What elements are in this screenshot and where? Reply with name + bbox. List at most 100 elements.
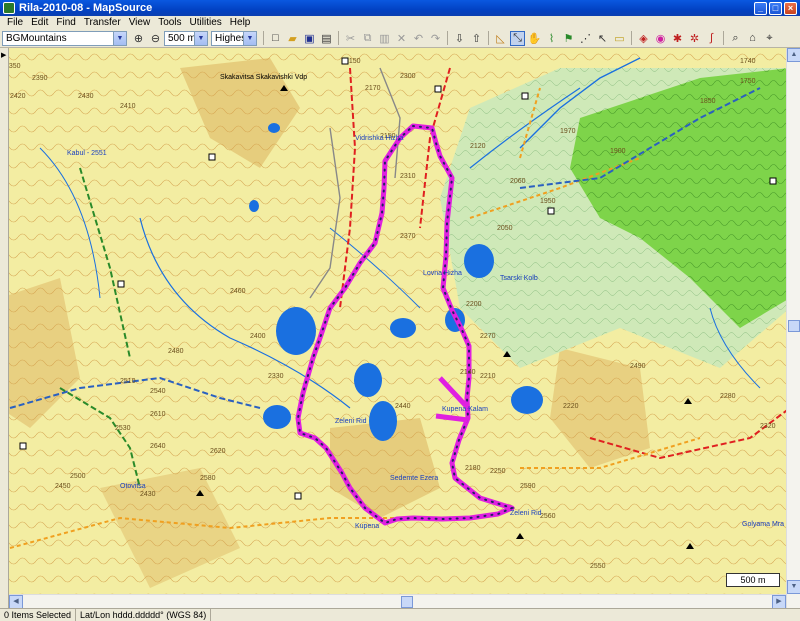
map-scale: 500 m (726, 573, 780, 587)
expand-arrow-icon[interactable]: ▶ (1, 51, 8, 59)
distance-tool-icon[interactable]: ↖ (595, 31, 610, 46)
elevation-label: 2530 (115, 425, 131, 432)
menu-tools[interactable]: Tools (154, 17, 185, 28)
elevation-label: 2440 (395, 403, 411, 410)
hut-icon (19, 442, 27, 450)
menu-file[interactable]: File (3, 17, 27, 28)
track-tool-icon[interactable]: ⋰ (578, 31, 593, 46)
elevation-label: 2320 (760, 423, 776, 430)
app-icon (3, 2, 15, 14)
place-label: Zeleni Rid (335, 418, 367, 425)
zoom-scale-value: 500 m (168, 32, 194, 44)
menu-help[interactable]: Help (226, 17, 255, 28)
menu-transfer[interactable]: Transfer (80, 17, 125, 28)
save-icon[interactable]: ▣ (302, 31, 317, 46)
hut-label: Zeleni Rid (510, 510, 542, 517)
selection-status: 0 Items Selected (0, 609, 77, 621)
find-nearest-icon[interactable]: ⌖ (762, 31, 777, 46)
show-tracks-icon[interactable]: ✱ (670, 31, 685, 46)
maximize-button[interactable]: □ (769, 1, 782, 15)
toolbar-separator (447, 31, 448, 45)
zoom-in-icon[interactable]: ⊕ (131, 31, 146, 46)
menu-find[interactable]: Find (52, 17, 79, 28)
map-product-value: BGMountains (6, 32, 67, 44)
paste-icon[interactable]: ▥ (377, 31, 392, 46)
mapsource-window: Rila-2010-08 - MapSource _ □ × File Edit… (0, 0, 800, 621)
redo-icon[interactable]: ↷ (428, 31, 443, 46)
show-tracks-icon[interactable]: ✲ (687, 31, 702, 46)
menu-edit[interactable]: Edit (27, 17, 52, 28)
hut-label: Tsarski Kolb (500, 275, 538, 282)
elevation-label: 2430 (140, 491, 156, 498)
elevation-label: 2480 (168, 348, 184, 355)
show-routes-icon[interactable]: ◉ (653, 31, 668, 46)
toolbar-separator (338, 31, 339, 45)
vertical-scrollbar[interactable]: ▲ ▼ (786, 48, 800, 608)
map-tool-icon[interactable]: ◺ (493, 31, 508, 46)
elevation-label: 2580 (200, 475, 216, 482)
chevron-down-icon[interactable]: ▼ (113, 31, 126, 45)
new-icon[interactable]: □ (268, 31, 283, 46)
chevron-down-icon[interactable]: ▼ (243, 31, 256, 45)
close-button[interactable]: × (784, 1, 797, 15)
show-tracks-icon[interactable]: ∫ (704, 31, 719, 46)
cut-icon[interactable]: ✂ (343, 31, 358, 46)
horizontal-scroll-thumb[interactable] (401, 596, 413, 608)
elevation-label: 1850 (700, 98, 716, 105)
scroll-down-icon[interactable]: ▼ (787, 580, 800, 594)
detail-level-select[interactable]: Highest ▼ (211, 30, 257, 46)
elevation-label: 2170 (365, 85, 381, 92)
elevation-label: 2500 (70, 473, 86, 480)
elevation-label: 2560 (540, 513, 556, 520)
elevation-label: 2200 (466, 301, 482, 308)
elevation-label: 2590 (520, 483, 536, 490)
open-icon[interactable]: ▰ (285, 31, 300, 46)
send-icon[interactable]: ⇧ (469, 31, 484, 46)
zoom-out-icon[interactable]: ⊖ (148, 31, 163, 46)
delete-icon[interactable]: ✕ (394, 31, 409, 46)
horizontal-scrollbar[interactable]: ◀ ▶ (9, 594, 786, 609)
map-product-select[interactable]: BGMountains ▼ (2, 30, 127, 46)
toolbar-separator (488, 31, 489, 45)
lake (511, 386, 543, 414)
topographic-map[interactable]: 2350 2390 2420 2430 2410 2460 2400 2330 … (0, 48, 800, 608)
print-icon[interactable]: ▤ (319, 31, 334, 46)
title-bar[interactable]: Rila-2010-08 - MapSource _ □ × (0, 0, 800, 16)
elevation-label: 2060 (510, 178, 526, 185)
menu-view[interactable]: View (125, 17, 155, 28)
window-title: Rila-2010-08 - MapSource (19, 2, 153, 14)
copy-icon[interactable]: ⧉ (360, 31, 375, 46)
zoom-scale-select[interactable]: 500 m ▼ (164, 30, 208, 46)
receive-icon[interactable]: ⇩ (452, 31, 467, 46)
measure-tool-icon[interactable]: ▭ (612, 31, 627, 46)
hut-label: Vidrishka Hizha (355, 135, 404, 142)
find-icon[interactable]: ⌕ (728, 31, 743, 46)
find-places-icon[interactable]: ⌂ (745, 31, 760, 46)
scroll-up-icon[interactable]: ▲ (787, 48, 800, 62)
scroll-right-icon[interactable]: ▶ (772, 595, 786, 609)
hand-tool-icon[interactable]: ✋ (527, 31, 542, 46)
elevation-label: 2640 (150, 443, 166, 450)
select-tool-icon[interactable]: ⤡ (510, 30, 525, 46)
elevation-label: 2370 (400, 233, 416, 240)
map-canvas[interactable]: 2350 2390 2420 2430 2410 2460 2400 2330 … (0, 48, 800, 608)
route-tool-icon[interactable]: ⌇ (544, 31, 559, 46)
hut-icon (434, 85, 442, 93)
hut-icon (547, 207, 555, 215)
chevron-down-icon[interactable]: ▼ (194, 31, 207, 45)
place-label: Golyama Mra (742, 521, 784, 528)
menu-utilities[interactable]: Utilities (186, 17, 226, 28)
toolbar-separator (631, 31, 632, 45)
menu-bar: File Edit Find Transfer View Tools Utili… (0, 16, 800, 29)
lake (464, 244, 494, 278)
elevation-label: 2050 (497, 225, 513, 232)
undo-icon[interactable]: ↶ (411, 31, 426, 46)
status-bar: 0 Items Selected Lat/Lon hddd.ddddd° (WG… (0, 608, 800, 621)
waypoint-tool-icon[interactable]: ⚑ (561, 31, 576, 46)
hut-icon (294, 492, 302, 500)
minimize-button[interactable]: _ (754, 1, 767, 15)
show-waypoints-icon[interactable]: ◈ (636, 31, 651, 46)
toolbar-separator (723, 31, 724, 45)
vertical-scroll-thumb[interactable] (788, 320, 800, 332)
scroll-left-icon[interactable]: ◀ (9, 595, 23, 609)
